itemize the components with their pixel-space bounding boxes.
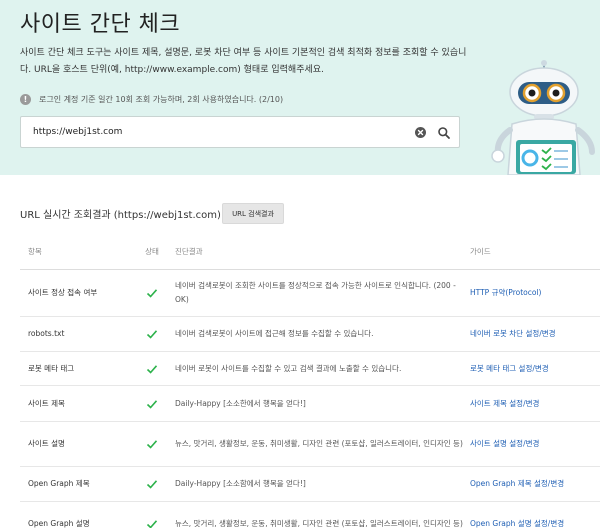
url-search-box (20, 116, 460, 148)
row-result: 네이버 검색로봇이 사이트에 접근해 정보를 수집할 수 있습니다. (175, 329, 374, 338)
check-icon (146, 289, 158, 298)
row-item: Open Graph 제목 (28, 479, 90, 488)
clear-icon[interactable] (415, 127, 426, 138)
row-item: 사이트 제목 (28, 398, 65, 408)
row-guide-link[interactable]: 로봇 메타 태그 설정/변경 (470, 352, 600, 385)
search-icon[interactable] (437, 125, 451, 139)
table-row: Open Graph 설명 뉴스, 맛거리, 생활정보, 운동, 취미생활, 디… (20, 502, 600, 528)
url-input[interactable] (21, 117, 411, 147)
url-search-result-button[interactable]: URL 검색결과 (222, 203, 284, 224)
row-guide-link[interactable]: Open Graph 제목 설정/변경 (470, 467, 600, 501)
row-result: 뉴스, 맛거리, 생활정보, 운동, 취미생활, 디자인 관련 (포토샵, 일러… (175, 519, 463, 528)
row-result: Daily-Happy [소소함에서 행복을 얻다!] (175, 479, 306, 488)
table-header: 항목 상태 진단결과 가이드 (20, 234, 600, 270)
row-item: Open Graph 설명 (28, 519, 90, 528)
row-item: 사이트 설명 (28, 439, 65, 448)
page-title: 사이트 간단 체크 (20, 12, 181, 37)
result-table: 항목 상태 진단결과 가이드 사이트 정상 접속 여부 네이버 검색로봇이 조회… (20, 234, 600, 528)
usage-notice: ! 로그인 계정 기준 일간 10회 조회 가능하며, 2회 사용하였습니다. … (20, 94, 283, 105)
row-result: 네이버 검색로봇이 조회한 사이트를 정상적으로 접속 가능한 사이트로 인식합… (175, 281, 456, 304)
row-guide-link[interactable]: HTTP 규약(Protocol) (470, 270, 600, 316)
hero-banner: 사이트 간단 체크 사이트 간단 체크 도구는 사이트 제목, 설명문, 로봇 … (0, 0, 600, 176)
row-guide-link[interactable]: Open Graph 설명 설정/변경 (470, 502, 600, 528)
row-guide-link[interactable]: 네이버 로봇 차단 설정/변경 (470, 317, 600, 351)
table-row: 로봇 메타 태그 네이버 로봇이 사이트를 수집할 수 있고 검색 결과에 노출… (20, 352, 600, 386)
page-description: 사이트 간단 체크 도구는 사이트 제목, 설명문, 로봇 차단 여부 등 사이… (20, 48, 467, 75)
table-row: Open Graph 제목 Daily-Happy [소소함에서 행복을 얻다!… (20, 467, 600, 502)
check-icon (146, 399, 158, 409)
column-header-result: 진단결과 (175, 246, 203, 256)
row-result: 네이버 로봇이 사이트를 수집할 수 있고 검색 결과에 노출할 수 있습니다. (175, 363, 402, 373)
info-icon: ! (20, 94, 31, 105)
column-header-item: 항목 (28, 246, 42, 256)
check-icon (146, 480, 158, 489)
result-title: URL 실시간 조회결과 (https://webj1st.com) (20, 210, 221, 221)
table-row: 사이트 설명 뉴스, 맛거리, 생활정보, 운동, 취미생활, 디자인 관련 (… (20, 422, 600, 467)
row-result: 뉴스, 맛거리, 생활정보, 운동, 취미생활, 디자인 관련 (포토샵, 일러… (175, 439, 463, 448)
table-row: 사이트 정상 접속 여부 네이버 검색로봇이 조회한 사이트를 정상적으로 접속… (20, 270, 600, 317)
table-row: robots.txt 네이버 검색로봇이 사이트에 접근해 정보를 수집할 수 … (20, 317, 600, 352)
column-header-status: 상태 (145, 246, 159, 256)
row-guide-link[interactable]: 사이트 제목 설정/변경 (470, 386, 600, 421)
column-header-guide: 가이드 (470, 246, 491, 256)
check-icon (146, 364, 158, 374)
check-icon (146, 440, 158, 449)
check-icon (146, 330, 158, 339)
table-row: 사이트 제목 Daily-Happy [소소한에서 행복을 얻다!] 사이트 제… (20, 386, 600, 422)
row-item: 로봇 메타 태그 (28, 363, 75, 373)
row-guide-link[interactable]: 사이트 설명 설정/변경 (470, 422, 600, 466)
robot-illustration (488, 58, 600, 176)
row-item: 사이트 정상 접속 여부 (28, 288, 98, 297)
row-result: Daily-Happy [소소한에서 행복을 얻다!] (175, 398, 306, 408)
row-item: robots.txt (28, 329, 65, 338)
check-icon (146, 520, 158, 528)
usage-notice-text: 로그인 계정 기준 일간 10회 조회 가능하며, 2회 사용하였습니다. (2… (39, 95, 284, 104)
